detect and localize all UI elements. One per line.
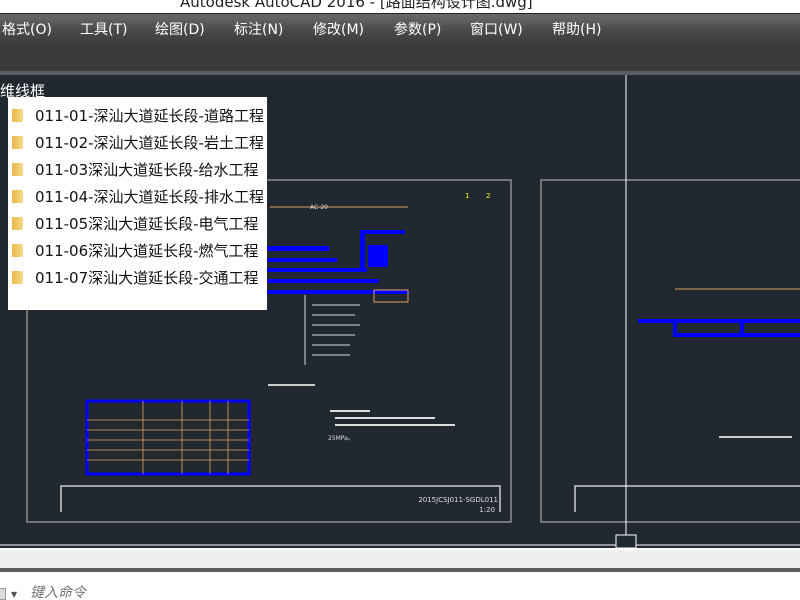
menu-bar: 格式(O) 工具(T) 绘图(D) 标注(N) 修改(M) 参数(P) 窗口(W… [0,13,800,42]
folder-label: 011-02-深汕大道延长段-岩土工程 [35,133,264,152]
cursor-pickbox [615,534,637,549]
folder-label: 011-01-深汕大道延长段-道路工程 [35,106,264,125]
chevron-down-icon[interactable]: ▼ [11,590,17,599]
title-bar: Autodesk AutoCAD 2016 - [路面结构设计图.dwg] [0,0,800,13]
menu-draw[interactable]: 绘图(D) [155,19,205,39]
sheet-number: 2015JCSJ011-SGDL011 [418,496,498,504]
marker-1: 1 [465,192,469,200]
folder-item[interactable]: 011-05深汕大道延长段-电气工程 [8,210,267,236]
folder-item[interactable]: 011-01-深汕大道延长段-道路工程 [8,102,267,128]
folder-icon [12,270,23,284]
command-history-icon[interactable] [0,588,6,600]
layout-tabs-strip [0,548,800,568]
menu-tools[interactable]: 工具(T) [80,19,127,39]
folder-item[interactable]: 011-07深汕大道延长段-交通工程 [8,264,267,290]
window-title: Autodesk AutoCAD 2016 - [路面结构设计图.dwg] [180,0,533,11]
menu-window[interactable]: 窗口(W) [470,19,523,39]
command-input[interactable] [30,584,330,600]
folder-icon [12,189,23,203]
pavement-structure-left [267,230,409,294]
layer-labels [312,304,360,356]
folder-item[interactable]: 011-02-深汕大道延长段-岩土工程 [8,129,267,155]
folder-item[interactable]: 011-04-深汕大道延长段-排水工程 [8,183,267,209]
menu-modify[interactable]: 修改(M) [313,19,364,39]
notes-text [330,410,455,426]
marker-2: 2 [486,192,490,200]
sheet-frame-right [540,179,800,523]
table-grid [87,401,249,474]
layer-label: AC-20 [310,204,328,211]
folder-dropdown: 011-01-深汕大道延长段-道路工程 011-02-深汕大道延长段-岩土工程 … [8,97,267,310]
folder-item[interactable]: 011-03深汕大道延长段-给水工程 [8,156,267,182]
folder-label: 011-07深汕大道延长段-交通工程 [35,268,259,287]
folder-icon [12,135,23,149]
note-value: 25MPa。 [328,435,354,442]
ribbon-toolbar [0,42,800,71]
folder-icon [12,162,23,176]
pavement-structure-right [638,319,800,337]
menu-parameters[interactable]: 参数(P) [394,19,441,39]
folder-icon [12,243,23,257]
menu-format[interactable]: 格式(O) [2,19,52,39]
menu-help[interactable]: 帮助(H) [552,19,601,39]
material-table [85,399,251,476]
folder-label: 011-06深汕大道延长段-燃气工程 [35,241,259,260]
folder-icon [12,108,23,122]
command-line: ▼ [0,572,800,600]
folder-icon [12,216,23,230]
scale-label: 1:20 [479,506,495,514]
title-block-right [574,485,800,512]
menu-dimension[interactable]: 标注(N) [234,19,283,39]
folder-label: 011-03深汕大道延长段-给水工程 [35,160,259,179]
folder-label: 011-05深汕大道延长段-电气工程 [35,214,259,233]
folder-label: 011-04-深汕大道延长段-排水工程 [35,187,264,206]
folder-item[interactable]: 011-06深汕大道延长段-燃气工程 [8,237,267,263]
